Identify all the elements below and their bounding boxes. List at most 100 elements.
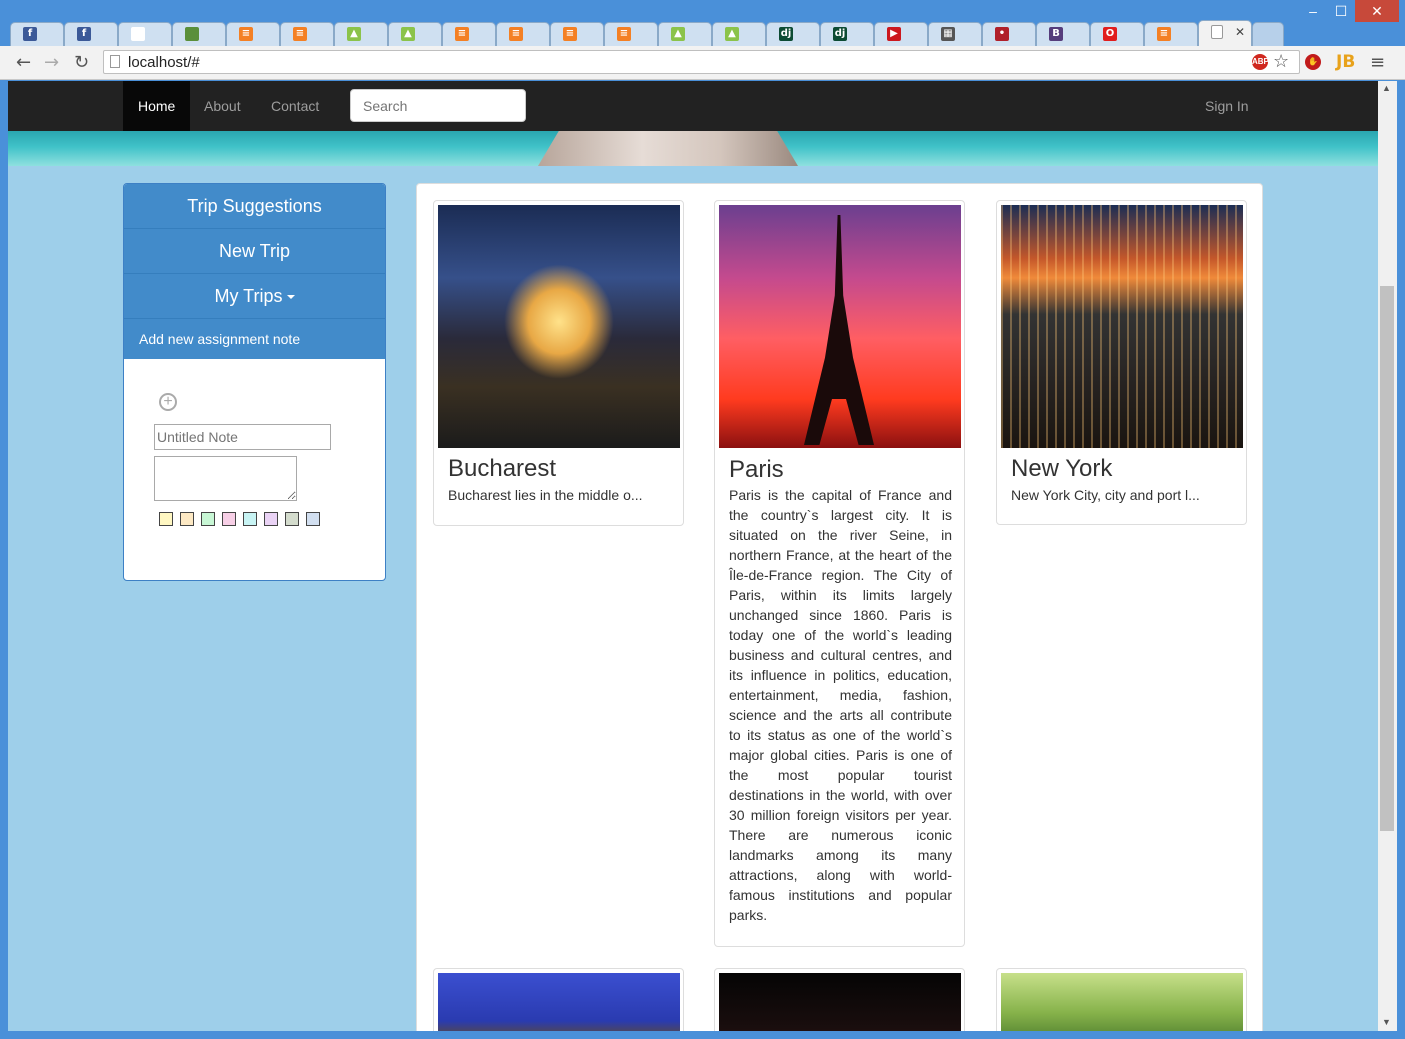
browser-tab-active[interactable]: ✕ xyxy=(1198,20,1252,46)
url-text: localhost/# xyxy=(128,54,200,71)
browser-tab[interactable]: ≡ xyxy=(550,22,604,46)
trip-card-park[interactable] xyxy=(996,968,1247,1031)
stackoverflow-icon: ≡ xyxy=(239,27,253,41)
card-description: New York City, city and port l... xyxy=(1011,487,1200,503)
caret-down-icon xyxy=(286,295,295,300)
back-icon[interactable]: ← xyxy=(16,52,31,73)
menu-icon[interactable]: ≡ xyxy=(1370,52,1385,73)
stop-extension-icon[interactable]: ✋ xyxy=(1305,54,1321,70)
browser-tab[interactable]: • xyxy=(982,22,1036,46)
jetbrains-icon[interactable]: JB xyxy=(1336,52,1355,72)
my-trips-label: My Trips xyxy=(214,286,283,306)
color-swatch[interactable] xyxy=(264,512,278,526)
nav-home[interactable]: Home xyxy=(123,81,191,131)
nav-contact[interactable]: Contact xyxy=(271,81,319,131)
browser-tab[interactable]: O xyxy=(1090,22,1144,46)
color-swatch[interactable] xyxy=(201,512,215,526)
scroll-up-icon[interactable]: ▲ xyxy=(1382,83,1391,93)
stackoverflow-icon: ≡ xyxy=(617,27,631,41)
trip-card-bucharest[interactable]: Bucharest Bucharest lies in the middle o… xyxy=(433,200,684,526)
forward-icon[interactable]: → xyxy=(44,52,59,73)
eiffel-tower-shape xyxy=(804,215,874,445)
django-icon: dj xyxy=(833,27,847,41)
browser-tab[interactable] xyxy=(172,22,226,46)
browser-tab[interactable]: ≡ xyxy=(226,22,280,46)
scroll-down-icon[interactable]: ▼ xyxy=(1382,1017,1391,1027)
card-description: Paris is the capital of France and the c… xyxy=(729,487,952,923)
browser-tab[interactable]: ▲ xyxy=(712,22,766,46)
browser-tab[interactable]: ▲ xyxy=(658,22,712,46)
browser-tab[interactable]: ▦ xyxy=(928,22,982,46)
trip-card-paris[interactable]: Paris Paris is the capital of France and… xyxy=(714,200,965,947)
adblock-icon[interactable]: ABP xyxy=(1252,54,1269,70)
tab-strip: f f ≡ ≡ ▲ ▲ ≡ ≡ ≡ ≡ ▲ ▲ dj dj ▶ ▦ • B O ≡ ✕ xyxy=(10,20,1284,46)
browser-tab[interactable]: dj xyxy=(820,22,874,46)
trips-content: Bucharest Bucharest lies in the middle o… xyxy=(416,183,1263,1031)
stackoverflow-icon: ≡ xyxy=(455,27,469,41)
stackoverflow-icon: ≡ xyxy=(509,27,523,41)
search-input[interactable] xyxy=(350,89,526,122)
color-swatches xyxy=(159,512,327,526)
browser-tab[interactable] xyxy=(118,22,172,46)
new-york-image xyxy=(1001,205,1243,448)
browser-tab[interactable]: ≡ xyxy=(442,22,496,46)
trip-card-new-york[interactable]: New York New York City, city and port l.… xyxy=(996,200,1247,525)
site-navbar: Home About Contact Sign In xyxy=(8,81,1378,131)
rome-image xyxy=(438,973,680,1031)
trip-card-rome[interactable] xyxy=(433,968,684,1031)
browser-tab[interactable]: ▲ xyxy=(388,22,442,46)
close-tab-icon[interactable]: ✕ xyxy=(1235,25,1245,39)
trip-suggestions-button[interactable]: Trip Suggestions xyxy=(124,184,385,229)
page-viewport: Home About Contact Sign In Trip Suggesti… xyxy=(8,81,1378,1031)
browser-tab[interactable]: ≡ xyxy=(496,22,550,46)
bookmark-star-icon[interactable]: ☆ xyxy=(1273,51,1289,72)
browser-toolbar: ← → ↻ localhost/# ABP ☆ ✋ JB ≡ xyxy=(0,46,1405,80)
scroll-thumb[interactable] xyxy=(1380,286,1394,831)
note-body-textarea[interactable] xyxy=(154,456,297,501)
stackoverflow-icon: ≡ xyxy=(293,27,307,41)
browser-tab[interactable]: f xyxy=(10,22,64,46)
reload-icon[interactable]: ↻ xyxy=(74,52,89,73)
browser-tab[interactable]: f xyxy=(64,22,118,46)
browser-titlebar: f f ≡ ≡ ▲ ▲ ≡ ≡ ≡ ≡ ▲ ▲ dj dj ▶ ▦ • B O ≡ ✕ – ☐ ✕ xyxy=(0,0,1405,46)
card-title: New York xyxy=(1011,455,1113,482)
color-swatch[interactable] xyxy=(243,512,257,526)
browser-tab[interactable]: B xyxy=(1036,22,1090,46)
browser-tab[interactable]: ▶ xyxy=(874,22,928,46)
bucharest-image xyxy=(438,205,680,448)
paris-image xyxy=(719,205,961,448)
park-image xyxy=(1001,973,1243,1031)
facebook-icon: f xyxy=(23,27,37,41)
note-title-input[interactable] xyxy=(154,424,331,450)
browser-tab[interactable]: ≡ xyxy=(280,22,334,46)
sidebar-panel: Trip Suggestions New Trip My Trips Add n… xyxy=(123,183,386,581)
sign-in-link[interactable]: Sign In xyxy=(1205,81,1249,131)
maximize-icon[interactable]: ☐ xyxy=(1327,0,1355,22)
close-window-icon[interactable]: ✕ xyxy=(1355,0,1399,22)
trip-card-tokyo[interactable] xyxy=(714,968,965,1031)
new-trip-button[interactable]: New Trip xyxy=(124,229,385,274)
minimize-icon[interactable]: – xyxy=(1299,0,1327,22)
my-trips-button[interactable]: My Trips xyxy=(124,274,385,319)
browser-tab[interactable]: ≡ xyxy=(604,22,658,46)
window-controls: – ☐ ✕ xyxy=(1299,0,1399,22)
android-icon: ▲ xyxy=(671,27,685,41)
color-swatch[interactable] xyxy=(180,512,194,526)
nav-about[interactable]: About xyxy=(204,81,241,131)
color-swatch[interactable] xyxy=(159,512,173,526)
card-title: Bucharest xyxy=(448,455,557,482)
pier-image xyxy=(538,131,798,166)
add-note-icon[interactable]: + xyxy=(159,393,177,411)
color-swatch[interactable] xyxy=(222,512,236,526)
facebook-icon: f xyxy=(77,27,91,41)
card-title: Paris xyxy=(729,456,784,483)
address-bar[interactable]: localhost/# xyxy=(103,50,1300,74)
color-swatch[interactable] xyxy=(285,512,299,526)
new-tab-button[interactable] xyxy=(1252,22,1284,46)
browser-tab[interactable]: dj xyxy=(766,22,820,46)
trip-suggestions-label: Trip Suggestions xyxy=(187,196,322,216)
page-scrollbar[interactable]: ▲ ▼ xyxy=(1378,81,1397,1031)
browser-tab[interactable]: ≡ xyxy=(1144,22,1198,46)
browser-tab[interactable]: ▲ xyxy=(334,22,388,46)
color-swatch[interactable] xyxy=(306,512,320,526)
